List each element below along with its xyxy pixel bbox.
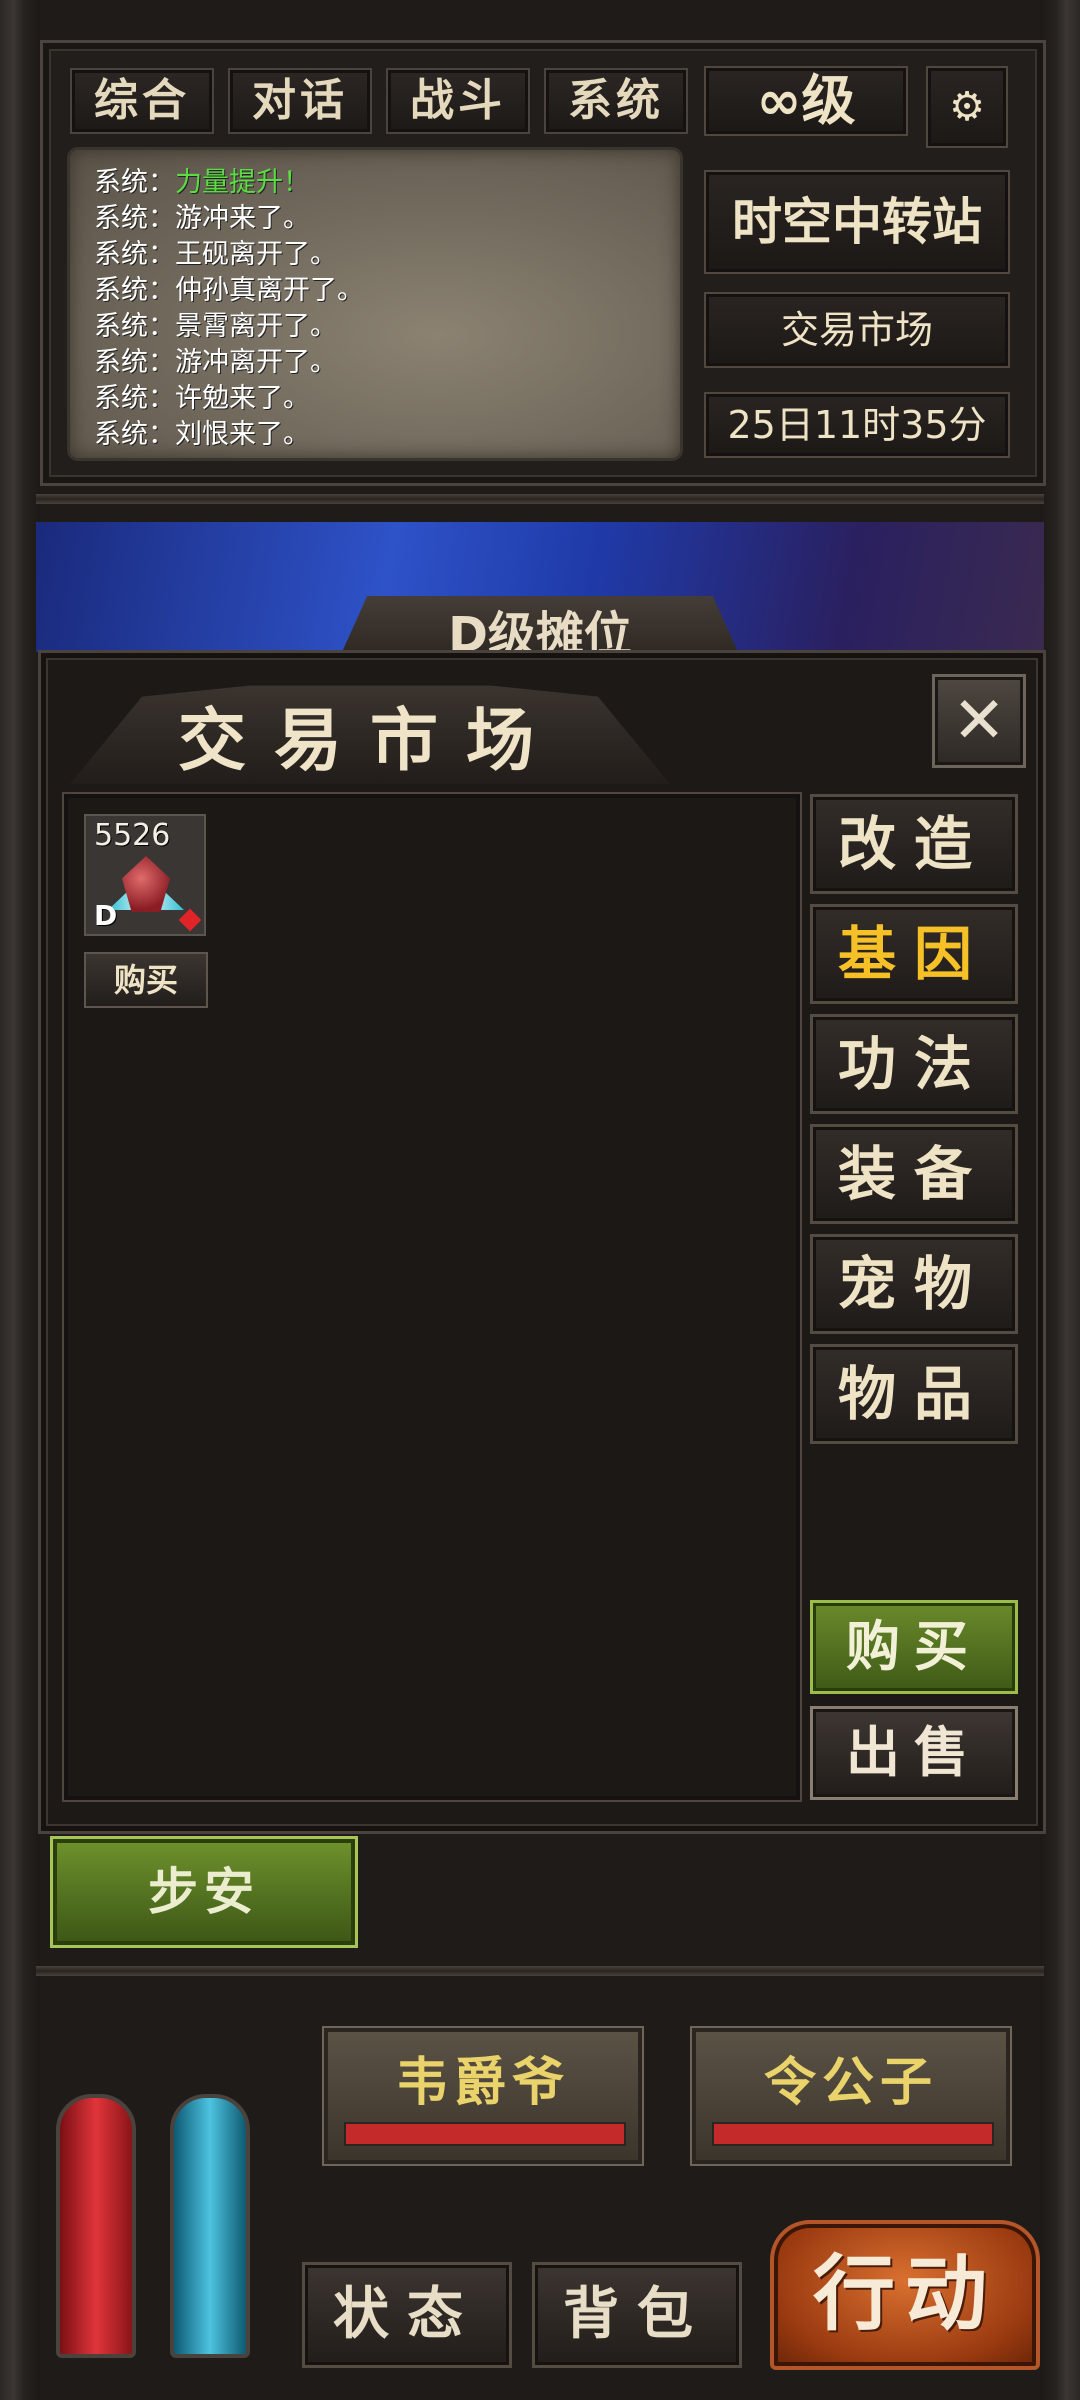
category-equipment[interactable]: 装备 [810,1124,1018,1224]
hp-vial [56,2094,136,2358]
npc-name: 韦爵爷 [395,2053,570,2113]
item-slot[interactable]: 5526 D [84,814,206,936]
category-pet[interactable]: 宠物 [810,1234,1018,1334]
divider [36,1966,1044,1976]
tab-battle[interactable]: 战斗 [386,68,530,134]
settings-button[interactable]: ⚙ [926,66,1008,148]
level-display: ∞级 [704,66,908,136]
gene-item-icon [122,856,170,912]
chat-line: 系统：刘恨来了。 [94,419,310,450]
category-modify[interactable]: 改造 [810,794,1018,894]
chat-line: 系统：游冲离开了。 [94,347,337,378]
category-skill[interactable]: 功法 [810,1014,1018,1114]
chat-line: 系统：王砚离开了。 [94,239,337,270]
close-icon: ✕ [952,684,1006,758]
action-button[interactable]: 行动 [770,2220,1040,2370]
divider [36,494,1044,504]
status-button[interactable]: 状态 [302,2262,512,2368]
close-button[interactable]: ✕ [932,674,1026,768]
item-price: 5526 [94,818,171,853]
chat-line: 系统：仲孙真离开了。 [94,275,364,306]
player-button[interactable]: 步安 [50,1836,358,1948]
location-name: 时空中转站 [704,170,1010,274]
category-item[interactable]: 物品 [810,1344,1018,1444]
tab-dialog[interactable]: 对话 [228,68,372,134]
chat-line: 系统：游冲来了。 [94,203,310,234]
chat-line: 系统：景霄离开了。 [94,311,337,342]
gear-icon: ⚙ [949,84,985,130]
npc-card[interactable]: 韦爵爷 [322,2026,644,2166]
chat-line: 系统：许勉来了。 [94,383,310,414]
item-grade: D [94,899,118,932]
sell-mode-button[interactable]: 出售 [810,1706,1018,1800]
item-buy-button[interactable]: 购买 [84,952,208,1008]
listing-area [62,792,802,1802]
npc-name: 令公子 [763,2053,938,2113]
buy-mode-button[interactable]: 购买 [810,1600,1018,1694]
npc-card[interactable]: 令公子 [690,2026,1012,2166]
category-gene[interactable]: 基因 [810,904,1018,1004]
npc-hp-bar [712,2122,994,2146]
game-time: 25日11时35分 [704,392,1010,458]
chat-log: 系统：力量提升！ 系统：游冲来了。 系统：王砚离开了。 系统：仲孙真离开了。 系… [70,150,680,458]
mp-vial [170,2094,250,2358]
tab-system[interactable]: 系统 [544,68,688,134]
npc-hp-bar [344,2122,626,2146]
hp-mp-vials [36,2004,276,2360]
tab-general[interactable]: 综合 [70,68,214,134]
rarity-icon [178,908,202,932]
sub-location[interactable]: 交易市场 [704,292,1010,368]
bag-button[interactable]: 背包 [532,2262,742,2368]
chat-line: 系统：力量提升！ [94,167,310,198]
